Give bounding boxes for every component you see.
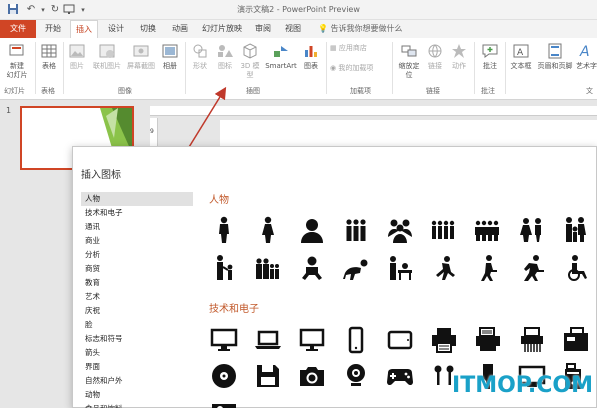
group-icon[interactable]: [341, 215, 371, 245]
category-item[interactable]: 商业: [81, 234, 193, 248]
family4-icon[interactable]: [253, 253, 283, 283]
category-item[interactable]: 分析: [81, 248, 193, 262]
category-item[interactable]: 人物: [81, 192, 193, 206]
section-heading-people: 人物: [209, 195, 229, 206]
category-item[interactable]: 技术和电子: [81, 206, 193, 220]
monitor-icon[interactable]: [297, 325, 327, 355]
baby-icon[interactable]: [297, 253, 327, 283]
camera-icon[interactable]: [297, 361, 327, 391]
projector-icon[interactable]: [209, 397, 239, 408]
watermark: ITMOP.COM: [452, 373, 593, 398]
category-item[interactable]: 商贸: [81, 262, 193, 276]
meeting-icon[interactable]: [385, 215, 415, 245]
walk-icon[interactable]: [473, 253, 503, 283]
category-item[interactable]: 动物: [81, 388, 193, 402]
category-item[interactable]: 食品和饮料: [81, 402, 193, 408]
category-item[interactable]: 庆祝: [81, 304, 193, 318]
section-heading-tech: 技术和电子: [209, 304, 259, 315]
gamepad-icon[interactable]: [385, 361, 415, 391]
category-item[interactable]: 箭头: [81, 346, 193, 360]
parentchild-icon[interactable]: [209, 253, 239, 283]
disk-icon[interactable]: [253, 361, 283, 391]
category-item[interactable]: 自然和户外: [81, 374, 193, 388]
tablet-icon[interactable]: [385, 325, 415, 355]
wheel-icon[interactable]: [561, 253, 591, 283]
category-item[interactable]: 通讯: [81, 220, 193, 234]
printer2-icon[interactable]: [473, 325, 503, 355]
printer-icon[interactable]: [429, 325, 459, 355]
phone-icon[interactable]: [341, 325, 371, 355]
dialog-title: 插入图标: [81, 170, 121, 181]
category-item[interactable]: 教育: [81, 276, 193, 290]
family-icon[interactable]: [561, 215, 591, 245]
fax-icon[interactable]: [561, 325, 591, 355]
shredder-icon[interactable]: [517, 325, 547, 355]
man-icon[interactable]: [209, 215, 239, 245]
crowd-icon[interactable]: [429, 215, 459, 245]
woman-icon[interactable]: [253, 215, 283, 245]
category-item[interactable]: 标志和符号: [81, 332, 193, 346]
crouch-icon[interactable]: [429, 253, 459, 283]
run-icon[interactable]: [517, 253, 547, 283]
crowd2-icon[interactable]: [473, 215, 503, 245]
laptop-icon[interactable]: [253, 325, 283, 355]
desktop-icon[interactable]: [209, 325, 239, 355]
nurse-icon[interactable]: [385, 253, 415, 283]
category-item[interactable]: 艺术: [81, 290, 193, 304]
category-item[interactable]: 界面: [81, 360, 193, 374]
insert-icons-dialog: 插入图标 人物 技术和电子 通讯 商业 分析 商贸 教育 艺术 庆祝脸标志和符号 箭头 界面 自然和户…: [72, 146, 597, 408]
powerpoint-window: ↶ ▾ ↻ ▾ 演示文稿2 - PowerPoint Preview 文件 开始…: [0, 0, 597, 408]
crawl-icon[interactable]: [341, 253, 371, 283]
webcam-icon[interactable]: [341, 361, 371, 391]
category-list: 人物技术和电子通讯商业分析商贸教育艺术庆祝脸标志和符号箭头界面自然和户外动物食品…: [81, 192, 193, 408]
category-item[interactable]: 脸: [81, 318, 193, 332]
user-icon[interactable]: [297, 215, 327, 245]
couple-icon[interactable]: [517, 215, 547, 245]
cd-icon[interactable]: [209, 361, 239, 391]
